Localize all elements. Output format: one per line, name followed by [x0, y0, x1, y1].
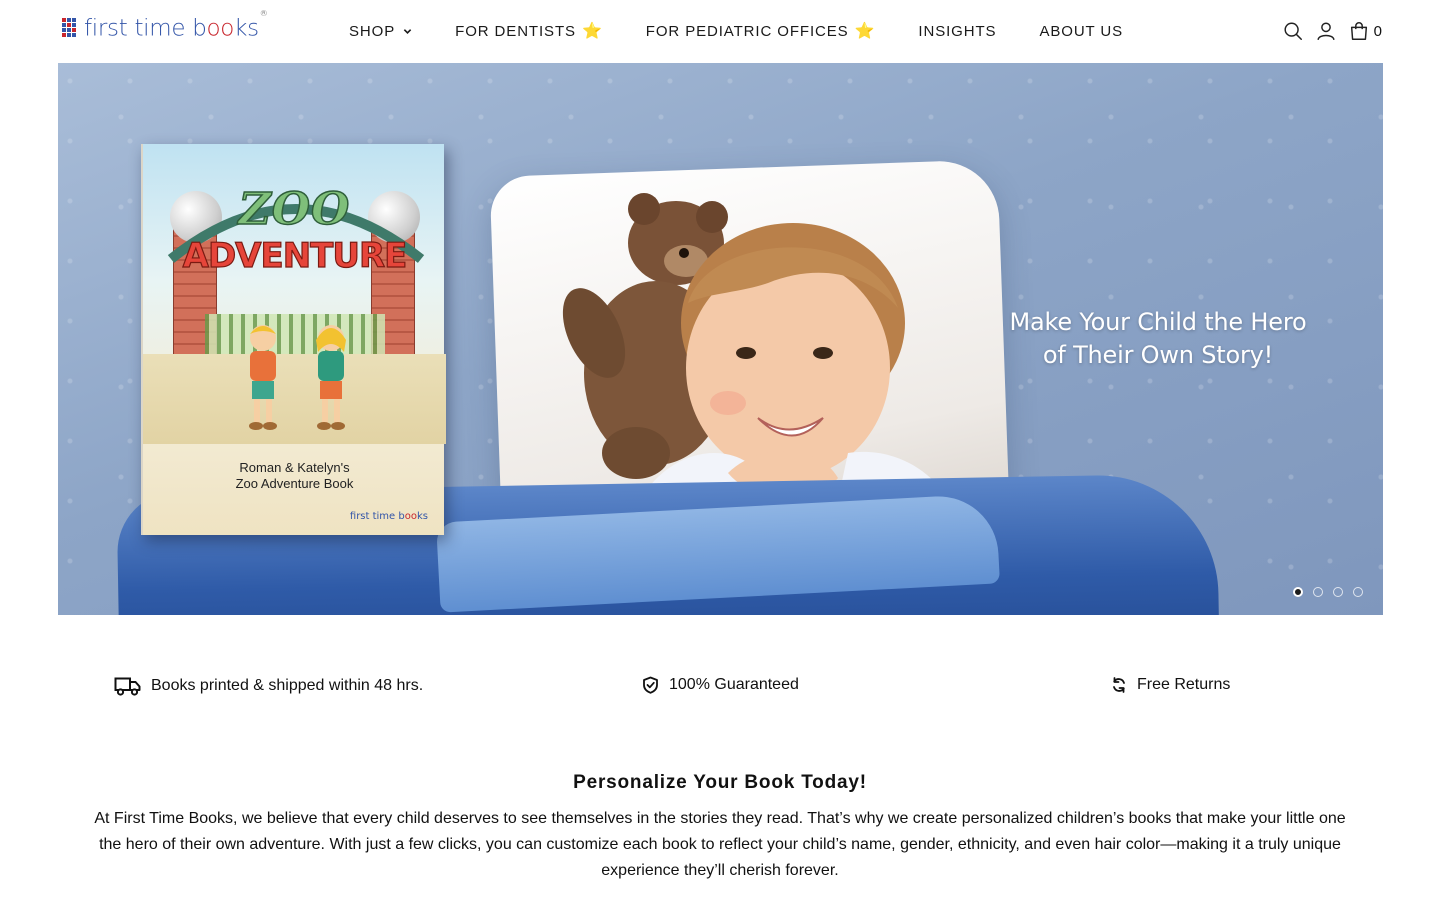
star-icon: ⭐ — [581, 23, 603, 40]
book-caption-line-1: Roman & Katelyn's — [239, 460, 350, 475]
book-caption-line-2: Zoo Adventure Book — [235, 476, 354, 491]
slide-dot-4[interactable] — [1353, 587, 1363, 597]
feature-shipping-label: Books printed & shipped within 48 hrs. — [151, 677, 424, 694]
intro-body: At First Time Books, we believe that eve… — [94, 810, 1346, 879]
nav-for-pediatric-offices-label: FOR PEDIATRIC OFFICES — [645, 22, 849, 40]
header-actions: 0 — [1271, 20, 1382, 42]
book-publisher-logo: first time books — [349, 511, 428, 522]
nav-shop-label: SHOP — [349, 22, 396, 40]
nav-insights-label: INSIGHTS — [918, 22, 997, 40]
cart-icon[interactable] — [1348, 20, 1370, 42]
slider-pagination — [1293, 587, 1373, 597]
hero-headline-line-1: Make Your Child the Hero — [1009, 308, 1307, 336]
cartoon-boy-illustration — [249, 325, 277, 430]
star-icon: ⭐ — [854, 23, 876, 40]
feature-guarantee-label: 100% Guaranteed — [669, 676, 799, 693]
nav-shop[interactable]: SHOP — [349, 23, 412, 40]
truck-icon — [114, 677, 141, 696]
main-nav: SHOP FOR DENTISTS ⭐ FOR PEDIATRIC OFFICE… — [349, 20, 1166, 42]
hero-headline: Make Your Child the Hero of Their Own St… — [998, 306, 1318, 372]
search-icon[interactable] — [1282, 20, 1304, 42]
intro-title: Personalize Your Book Today! — [573, 772, 867, 793]
nav-for-pediatric-offices[interactable]: FOR PEDIATRIC OFFICES ⭐ — [646, 21, 876, 41]
nav-about-us[interactable]: ABOUT US — [1039, 23, 1123, 40]
features-strip: Books printed & shipped within 48 hrs. 1… — [0, 676, 1440, 700]
hero-headline-line-2: of Their Own Story! — [1042, 341, 1274, 369]
book-title-adventure: ADVENTURE — [182, 235, 408, 276]
feature-guarantee: 100% Guaranteed — [642, 676, 799, 694]
logo-grid-icon — [62, 17, 77, 37]
hero-slider[interactable]: ZOO ADVENTURE Roman & Katelyn's Zoo Adve… — [58, 63, 1383, 615]
feature-returns: Free Returns — [1111, 676, 1230, 694]
feature-shipping: Books printed & shipped within 48 hrs. — [114, 676, 423, 696]
nav-about-us-label: ABOUT US — [1039, 22, 1124, 40]
logo-wordmark: first time books® — [84, 9, 268, 42]
cart-count[interactable]: 0 — [1374, 23, 1382, 40]
feature-returns-label: Free Returns — [1137, 676, 1231, 693]
site-header: first time books® SHOP FOR DENTISTS ⭐ FO… — [0, 0, 1440, 62]
shield-check-icon — [643, 676, 658, 694]
nav-insights[interactable]: INSIGHTS — [918, 23, 996, 40]
nav-for-dentists[interactable]: FOR DENTISTS ⭐ — [455, 21, 603, 41]
site-logo[interactable]: first time books® — [62, 9, 268, 42]
fence-illustration — [205, 314, 385, 354]
chevron-down-icon — [403, 28, 412, 34]
slide-dot-2[interactable] — [1313, 587, 1323, 597]
account-icon[interactable] — [1315, 20, 1337, 42]
book-caption: Roman & Katelyn's Zoo Adventure Book — [143, 460, 446, 492]
nav-for-dentists-label: FOR DENTISTS — [455, 22, 576, 40]
ground-illustration — [143, 354, 446, 444]
cartoon-girl-illustration — [316, 325, 346, 430]
book-title-zoo: ZOO — [238, 183, 351, 236]
slide-dot-3[interactable] — [1333, 587, 1343, 597]
slide-dot-1[interactable] — [1293, 587, 1303, 597]
refresh-icon — [1113, 677, 1125, 693]
book-cover-image[interactable]: ZOO ADVENTURE Roman & Katelyn's Zoo Adve… — [141, 144, 446, 535]
